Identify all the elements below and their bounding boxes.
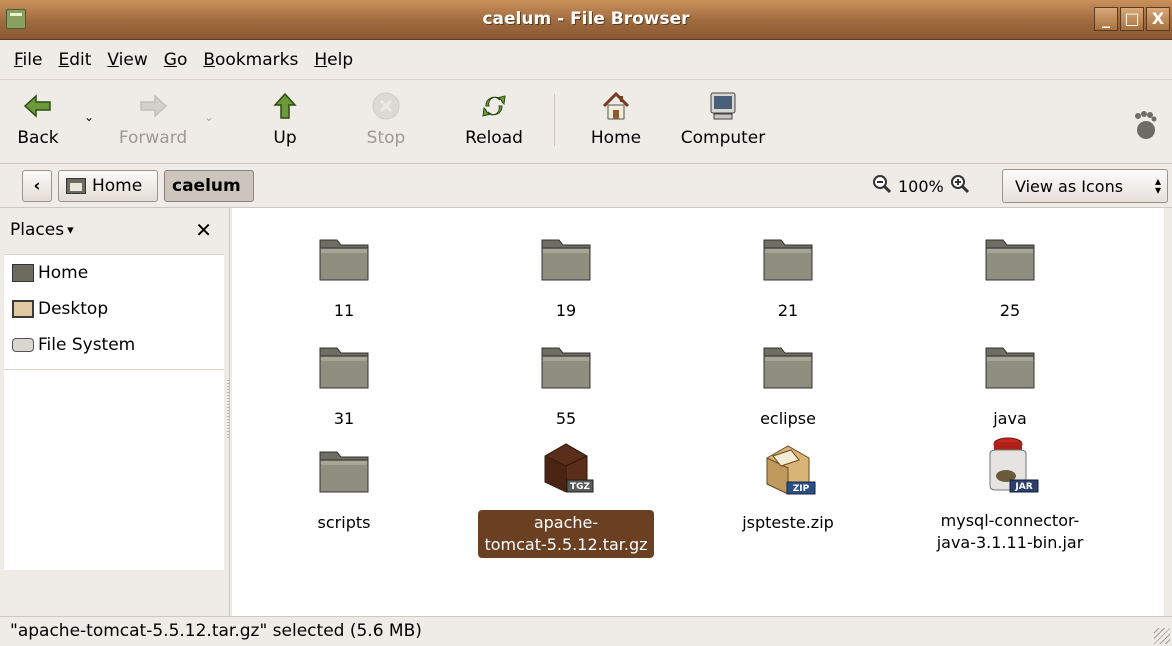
folder-icon xyxy=(466,330,666,392)
menu-view[interactable]: View xyxy=(99,50,155,70)
file-item-zip[interactable]: ZIP jspteste.zip xyxy=(688,434,888,534)
view-as-select[interactable]: View as Icons ▴ ▾ xyxy=(1002,169,1168,203)
menu-bookmarks[interactable]: Bookmarks xyxy=(195,50,306,70)
back-button[interactable]: Back xyxy=(6,88,70,158)
computer-icon xyxy=(674,88,772,124)
folder-icon xyxy=(244,330,444,392)
folder-icon xyxy=(244,222,444,284)
file-label: mysql-connector-java-3.1.11-bin.jar xyxy=(936,511,1084,552)
selected-file-label: apache-tomcat-5.5.12.tar.gz xyxy=(478,510,654,558)
forward-history-chevron-icon[interactable]: ⌄ xyxy=(204,110,214,124)
minimize-button[interactable]: _ xyxy=(1094,7,1118,31)
file-item-folder[interactable]: 31 xyxy=(244,330,444,430)
home-folder-icon xyxy=(12,264,34,282)
file-item-folder[interactable]: 19 xyxy=(466,222,666,322)
computer-button[interactable]: Computer xyxy=(674,88,772,158)
back-history-chevron-icon[interactable]: ⌄ xyxy=(84,110,94,124)
file-item-jar[interactable]: JAR mysql-connector-java-3.1.11-bin.jar xyxy=(910,432,1110,554)
file-icon-view: 11 19 21 25 31 55 eclipse java scripts T… xyxy=(232,208,1168,616)
status-text: "apache-tomcat-5.5.12.tar.gz" selected (… xyxy=(10,621,422,641)
home-folder-icon xyxy=(66,178,86,194)
stop-icon xyxy=(356,88,416,124)
back-arrow-icon xyxy=(6,88,70,124)
toolbar: Back ⌄ Forward ⌄ Up Stop Reload Home Com… xyxy=(0,80,1172,164)
folder-icon xyxy=(910,222,1110,284)
window-title: caelum - File Browser xyxy=(482,9,690,29)
file-item-folder[interactable]: 21 xyxy=(688,222,888,322)
file-item-folder[interactable]: 55 xyxy=(466,330,666,430)
path-current-button[interactable]: caelum xyxy=(164,170,254,202)
desktop-icon xyxy=(12,300,34,318)
places-list: Home Desktop File System xyxy=(4,254,224,570)
sidebar-item-home[interactable]: Home xyxy=(4,255,224,291)
location-bar: ‹ Home caelum 100% View as Icons ▴ ▾ xyxy=(0,164,1172,208)
chevron-down-icon: ▾ xyxy=(67,222,74,238)
zoom-out-icon[interactable] xyxy=(872,174,892,198)
jar-archive-icon: JAR xyxy=(910,432,1110,494)
zoom-in-icon[interactable] xyxy=(950,174,970,198)
up-button[interactable]: Up xyxy=(256,88,314,158)
svg-text:TGZ: TGZ xyxy=(570,482,591,492)
gnome-foot-icon xyxy=(1132,110,1158,145)
pane-resize-grip[interactable] xyxy=(227,380,230,440)
sidebar-header[interactable]: Places ▾ ✕ xyxy=(0,208,224,252)
path-scroll-left-button[interactable]: ‹ xyxy=(22,170,52,202)
close-sidebar-button[interactable]: ✕ xyxy=(195,218,212,242)
tgz-archive-icon: TGZ xyxy=(466,432,666,494)
sidebar: Places ▾ ✕ Home Desktop File System xyxy=(0,208,230,616)
folder-icon xyxy=(244,434,444,496)
file-item-folder[interactable]: 25 xyxy=(910,222,1110,322)
home-button[interactable]: Home xyxy=(584,88,648,158)
folder-icon xyxy=(688,330,888,392)
up-arrow-icon xyxy=(256,88,314,124)
menu-go[interactable]: Go xyxy=(156,50,196,70)
path-home-button[interactable]: Home xyxy=(58,170,158,202)
file-item-folder[interactable]: java xyxy=(910,330,1110,430)
sidebar-item-file-system[interactable]: File System xyxy=(4,327,224,363)
file-item-folder[interactable]: eclipse xyxy=(688,330,888,430)
toolbar-separator xyxy=(554,94,555,146)
status-bar: "apache-tomcat-5.5.12.tar.gz" selected (… xyxy=(0,616,1172,646)
file-item-folder[interactable]: 11 xyxy=(244,222,444,322)
sidebar-item-desktop[interactable]: Desktop xyxy=(4,291,224,327)
stop-button[interactable]: Stop xyxy=(356,88,416,158)
zoom-level[interactable]: 100% xyxy=(898,177,944,196)
menu-file[interactable]: File xyxy=(6,50,50,70)
file-item-folder[interactable]: scripts xyxy=(244,434,444,534)
menu-bar: File Edit View Go Bookmarks Help xyxy=(0,40,1172,80)
title-bar: caelum - File Browser _ □ X xyxy=(0,0,1172,40)
folder-icon xyxy=(910,330,1110,392)
spin-arrows-icon: ▴ ▾ xyxy=(1154,174,1161,197)
home-icon xyxy=(584,88,648,124)
forward-arrow-icon xyxy=(112,88,194,124)
menu-help[interactable]: Help xyxy=(306,50,361,70)
forward-button[interactable]: Forward xyxy=(112,88,194,158)
reload-button[interactable]: Reload xyxy=(458,88,530,158)
zip-archive-icon: ZIP xyxy=(688,434,888,496)
reload-icon xyxy=(458,88,530,124)
svg-text:ZIP: ZIP xyxy=(793,484,810,494)
svg-text:JAR: JAR xyxy=(1014,482,1032,492)
sidebar-divider xyxy=(4,369,224,370)
file-item-tgz[interactable]: TGZ apache-tomcat-5.5.12.tar.gz xyxy=(466,432,666,558)
close-window-button[interactable]: X xyxy=(1146,7,1170,31)
resize-grip-icon[interactable] xyxy=(1154,628,1170,644)
maximize-button[interactable]: □ xyxy=(1120,7,1144,31)
drive-icon xyxy=(12,338,34,352)
folder-icon xyxy=(688,222,888,284)
folder-icon xyxy=(466,222,666,284)
menu-edit[interactable]: Edit xyxy=(50,50,99,70)
